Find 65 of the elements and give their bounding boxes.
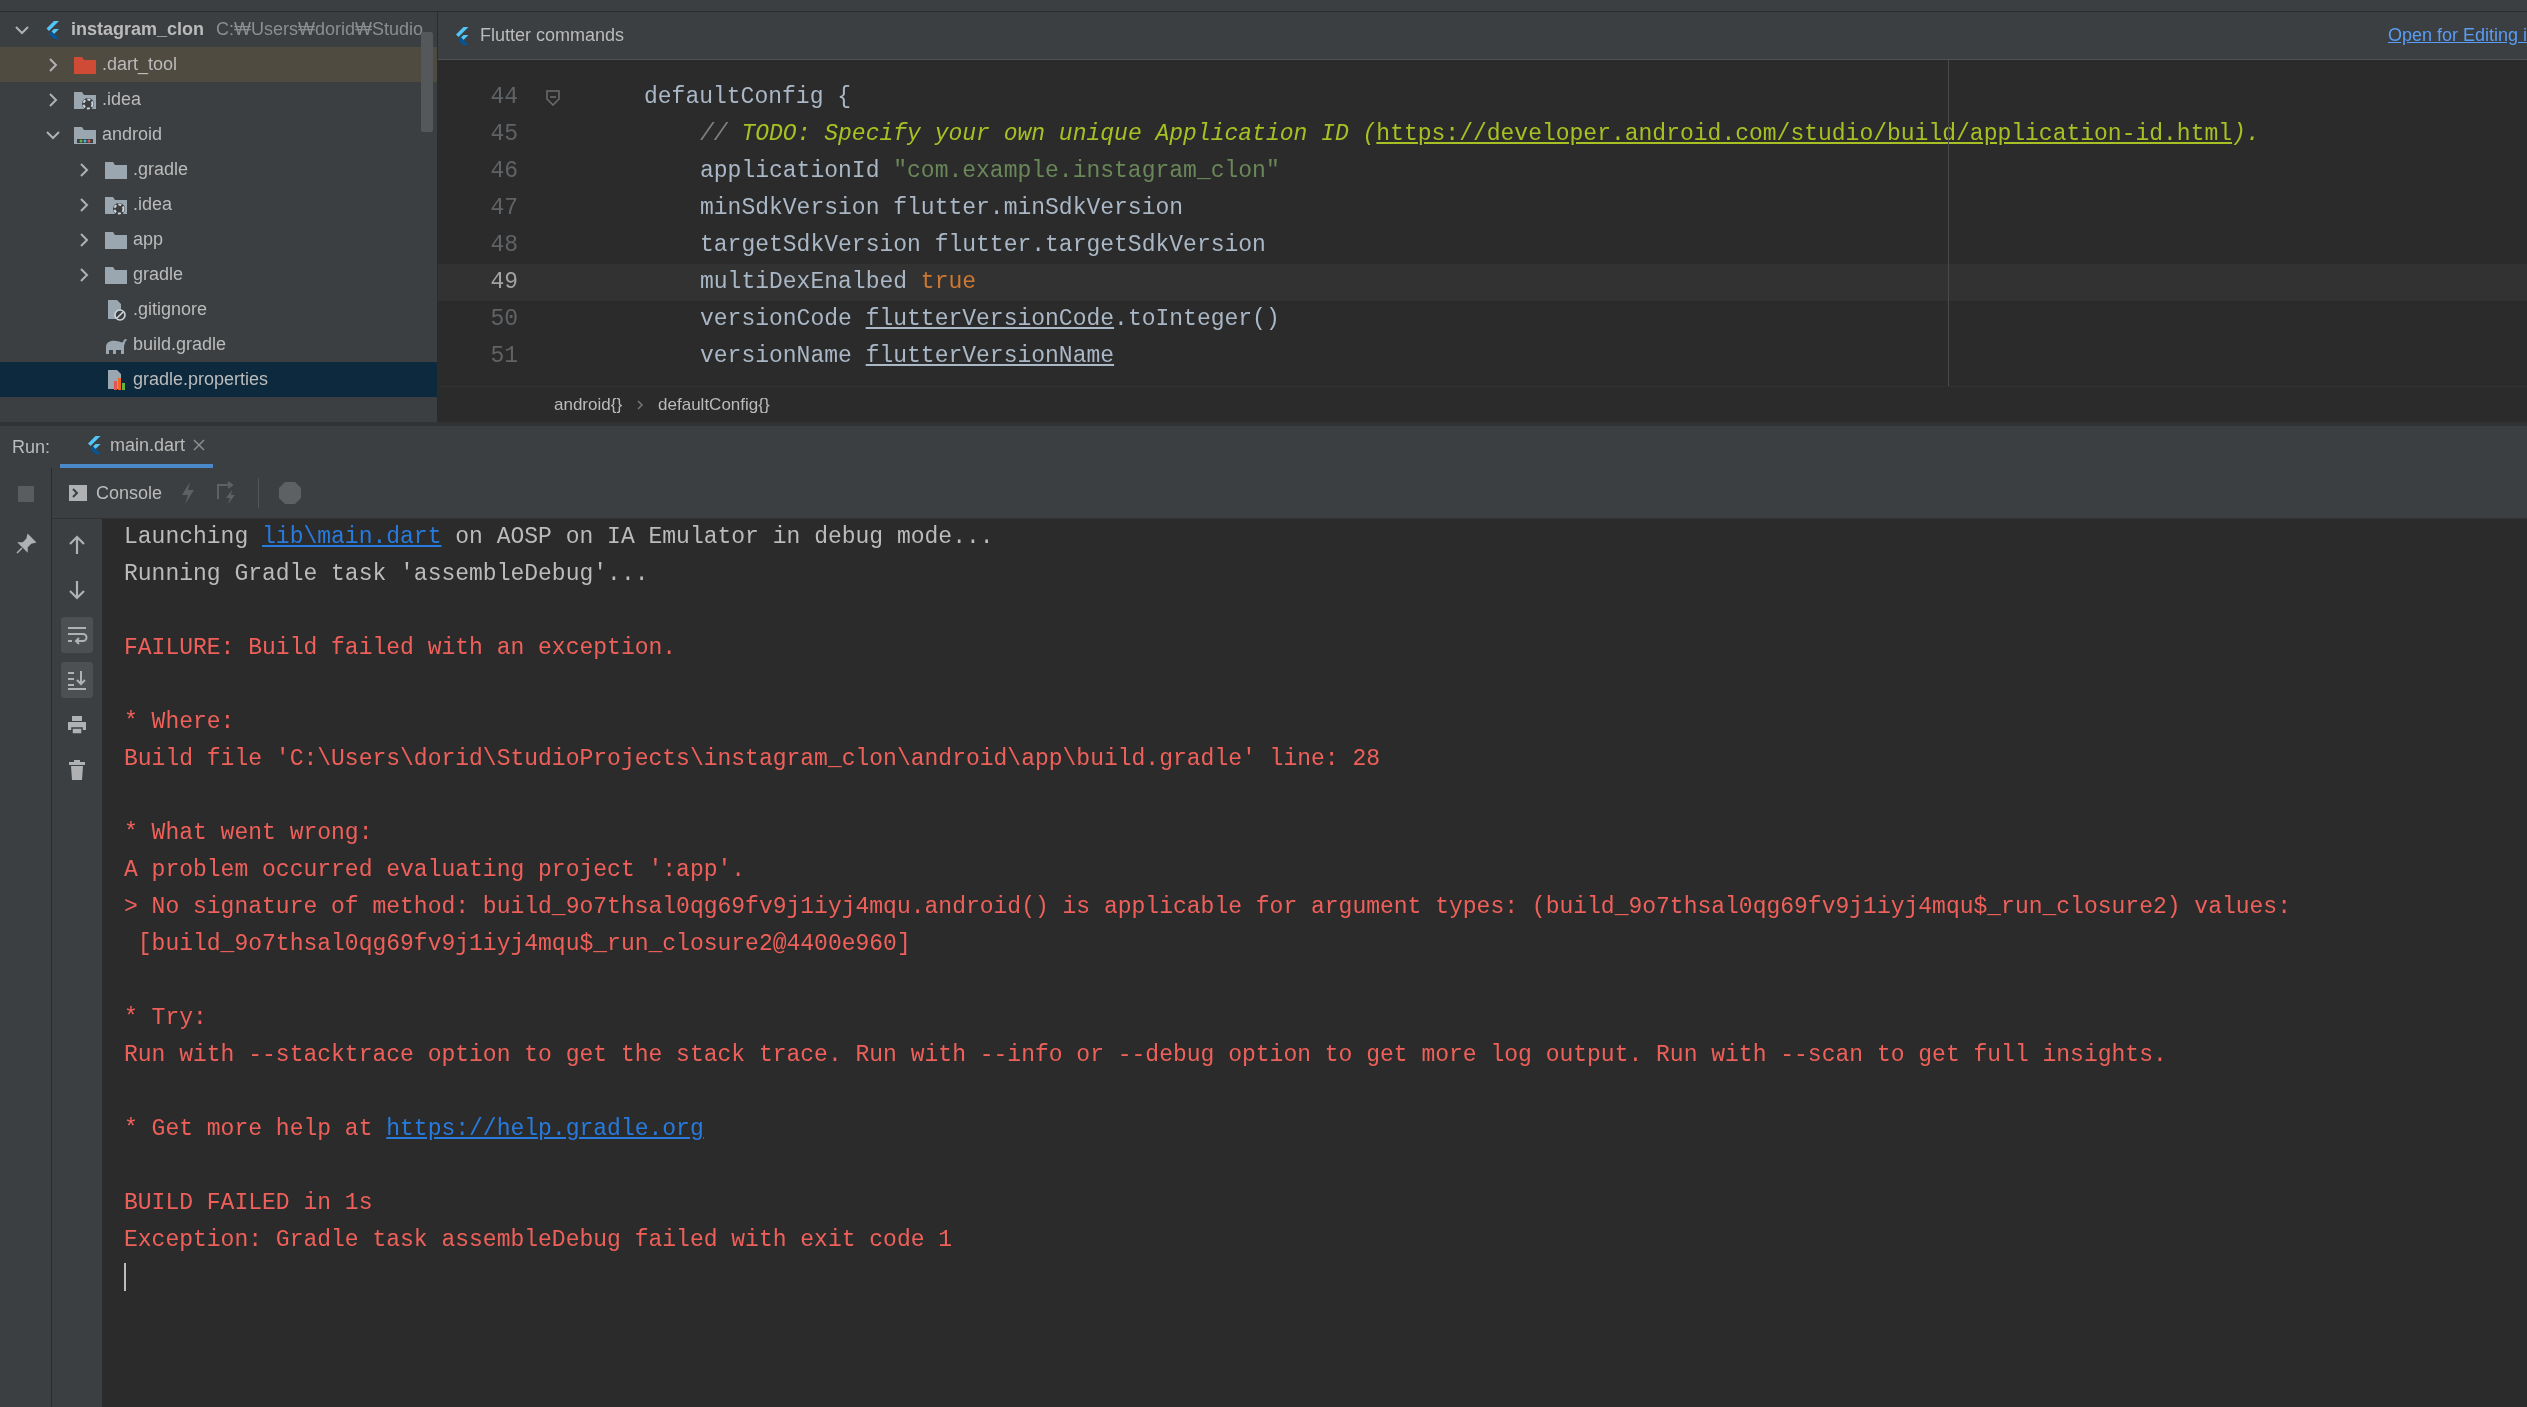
console-line: Launching lib\main.dart on AOSP on IA Emulator in debug mode... [124,523,995,552]
console-line: BUILD FAILED in 1s [124,1189,374,1218]
flutter-logo-icon [86,435,102,455]
line-number: 48 [489,231,518,261]
code-line: minSdkVersion flutter.minSdkVersion [700,194,1184,224]
console-line: [build_9o7thsal0qg69fv9j1iyj4mqu$_run_closure2@4400e960] [136,930,912,959]
tree-item[interactable]: .dart_tool [0,47,437,82]
console-line: FAILURE: Build failed with an exception. [124,634,678,663]
code-line: targetSdkVersion flutter.targetSdkVersion [700,231,1266,261]
tree-item[interactable]: app [0,222,437,257]
trash-icon [66,759,88,781]
code-line: // TODO: Specify your own unique Application ID (https://developer.android.com/studio/build/application-id.html). [700,120,2260,150]
console-line: * Get more help at https://help.gradle.org [124,1115,705,1144]
run-label: Run: [11,435,52,459]
link[interactable]: lib\main.dart [262,524,442,550]
scroll-to-end-button[interactable] [61,662,93,698]
console-line: Exception: Gradle task assembleDebug failed with exit code 1 [124,1226,954,1255]
tree-item[interactable]: build.gradle [0,327,437,362]
terminal-icon [68,484,88,502]
line-number: 46 [489,157,518,187]
console-line: Running Gradle task 'assembleDebug'... [124,560,650,589]
line-number: 47 [489,194,518,224]
code-line: defaultConfig { [644,83,852,113]
code-line: versionCode flutterVersionCode.toInteger() [700,305,1280,335]
open-for-editing-link[interactable]: Open for Editing i [2387,22,2527,49]
tree-item[interactable]: gradle [0,257,437,292]
breadcrumb[interactable]: defaultConfig{} [658,391,770,418]
link[interactable]: https://developer.android.com/studio/build/application-id.html [1376,121,2233,148]
fold-marker-icon[interactable] [546,89,560,106]
tree-item[interactable]: .idea [0,82,437,117]
console-tab[interactable]: Console [68,479,163,507]
breadcrumb[interactable]: android{} [554,391,623,418]
pin-icon[interactable] [14,533,37,555]
link[interactable]: https://help.gradle.org [386,1116,704,1142]
console-line: * Try: [124,1004,208,1033]
code-line: applicationId "com.example.instagram_clon" [700,157,1280,187]
console-line: Build file 'C:\Users\dorid\StudioProjects\instagram_clon\android\app\build.gradle' line: 28 [124,745,1381,774]
close-icon[interactable] [193,439,206,451]
tree-item[interactable]: android [0,117,437,152]
flutter-commands-button[interactable]: Flutter commands [452,22,625,49]
line-number: 45 [489,120,518,150]
line-number: 49 [489,268,518,298]
chevron-icon [636,398,645,411]
tree-item[interactable]: .idea [0,187,437,222]
console-line: > No signature of method: build_9o7thsal0qg69fv9j1iyj4mqu.android() is applicable for argument types: (build_9o7thsal0qg69fv9j1iyj4mqu$_run_closure2) values: [124,893,2292,922]
line-number: 44 [489,83,518,113]
tree-item[interactable]: gradle.properties [0,362,437,397]
line-number: 50 [489,305,518,335]
printer-icon [66,714,88,736]
console-line: * What went wrong: [124,819,374,848]
console-line: * Where: [124,708,236,737]
code-line: versionName flutterVersionName [700,342,1115,372]
tree-item[interactable]: instagram_clon C:₩Users₩dorid₩Studio [0,12,437,47]
tree-item[interactable]: .gitignore [0,292,437,327]
scroll-to-end-icon [66,669,88,691]
project-path: C:₩Users₩dorid₩Studio [216,18,424,41]
down-arrow-icon [66,579,88,601]
console-line: Run with --stacktrace option to get the stack trace. Run with --info or --debug option to get more log output. Run with --scan to get full insights. [124,1041,2168,1070]
tree-item[interactable]: .gradle [0,152,437,187]
soft-wrap-button[interactable] [61,617,93,653]
scrollbar[interactable] [421,32,433,132]
code-line: multiDexEnalbed true [700,268,977,298]
line-number: 51 [489,342,518,372]
console-line: A problem occurred evaluating project ':app'. [124,856,747,885]
soft-wrap-icon [66,624,88,646]
